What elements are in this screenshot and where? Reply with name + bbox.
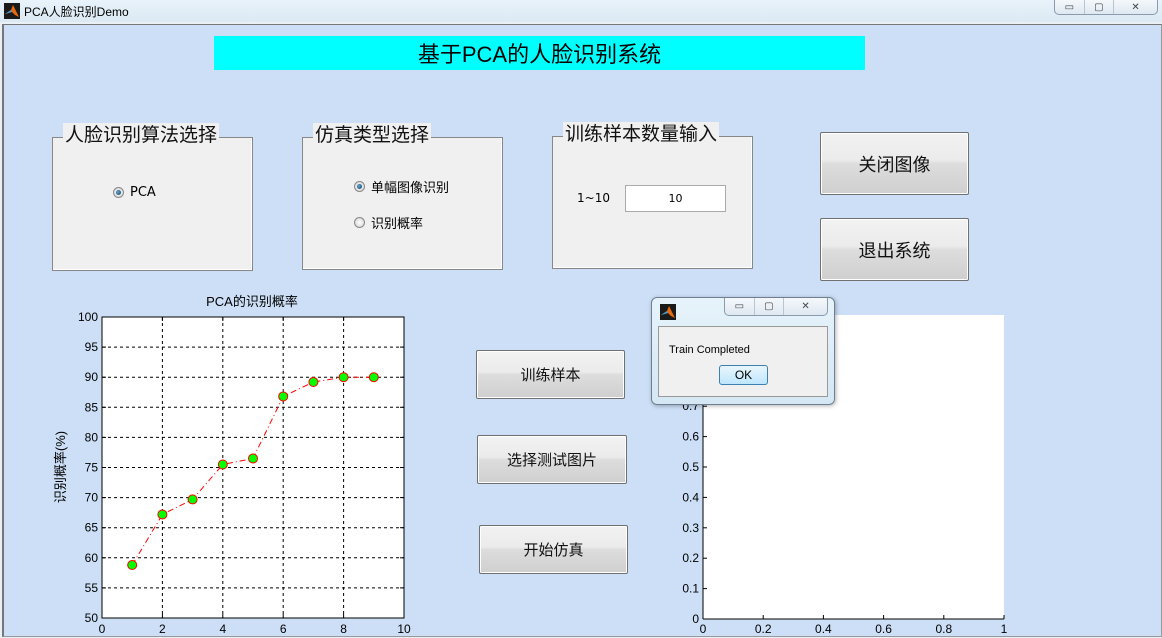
start-simulation-button[interactable]: 开始仿真 [479, 525, 628, 574]
data-point [248, 453, 258, 464]
x-tick-label: 0.6 [875, 622, 892, 636]
radio-unselected-icon [354, 217, 365, 228]
x-tick-label: 0.4 [815, 622, 832, 636]
data-point [308, 377, 319, 388]
radio-pca-label: PCA [130, 185, 156, 200]
x-tick-label: 4 [219, 622, 226, 636]
data-point [368, 372, 379, 383]
y-tick-label: 75 [85, 461, 99, 475]
y-tick-label: 0.1 [682, 582, 699, 596]
dialog-window-controls: ▭ ▢ ✕ [724, 298, 828, 316]
data-point [127, 560, 138, 571]
y-tick-label: 0.6 [682, 430, 699, 444]
dialog-maximize-button[interactable]: ▢ [755, 298, 785, 315]
y-tick-label: 55 [85, 581, 99, 595]
y-tick-label: 50 [85, 611, 99, 625]
dialog-body: Train Completed OK [658, 326, 828, 397]
matlab-logo-icon [4, 3, 20, 19]
radio-pca[interactable]: PCA [113, 185, 156, 200]
radio-recognition-rate-label: 识别概率 [371, 217, 424, 232]
dialog-ok-button[interactable]: OK [719, 365, 768, 385]
x-tick-label: 8 [340, 622, 347, 636]
y-tick-label: 80 [85, 430, 99, 444]
dialog-minimize-button[interactable]: ▭ [725, 298, 755, 315]
x-tick-label: 10 [397, 622, 411, 636]
exit-system-button[interactable]: 退出系统 [820, 218, 969, 281]
dialog-message: Train Completed [669, 344, 750, 356]
data-point [338, 372, 349, 383]
algorithm-select-panel: 人脸识别算法选择 PCA [52, 123, 253, 271]
radio-selected-icon [354, 181, 365, 192]
y-tick-label: 0.2 [682, 551, 699, 565]
window-titlebar: PCA人脸识别Demo ▭ ▢ ✕ [0, 0, 1162, 22]
simulation-type-panel: 仿真类型选择 单幅图像识别 识别概率 [302, 123, 503, 270]
close-button[interactable]: ✕ [1114, 0, 1157, 14]
select-test-image-button[interactable]: 选择测试图片 [477, 435, 627, 484]
radio-selected-icon [113, 187, 124, 198]
x-tick-label: 0 [700, 622, 707, 636]
y-tick-label: 90 [85, 370, 99, 384]
radio-single-image[interactable]: 单幅图像识别 [354, 177, 449, 196]
x-tick-label: 6 [280, 622, 287, 636]
window-title: PCA人脸识别Demo [24, 5, 129, 19]
training-count-panel: 训练样本数量输入 1~10 10 [552, 122, 753, 269]
y-tick-label: 0.3 [682, 521, 699, 535]
x-tick-label: 2 [159, 622, 166, 636]
matlab-logo-icon [660, 304, 676, 320]
y-tick-label: 0.4 [682, 490, 699, 504]
x-tick-label: 1 [1001, 622, 1008, 636]
training-panel-legend: 训练样本数量输入 [563, 122, 720, 146]
close-image-button[interactable]: 关闭图像 [820, 132, 969, 195]
maximize-button[interactable]: ▢ [1085, 0, 1115, 14]
recognition-rate-chart: PCA的识别概率 识别概率(%) 50556065707580859095100… [53, 294, 411, 636]
x-tick-label: 0.8 [935, 622, 952, 636]
train-completed-dialog: ▭ ▢ ✕ Train Completed OK [651, 297, 835, 405]
y-tick-label: 0 [692, 612, 699, 626]
training-count-input[interactable]: 10 [625, 185, 726, 212]
x-tick-label: 0 [99, 622, 106, 636]
data-point [187, 494, 198, 505]
minimize-button[interactable]: ▭ [1055, 0, 1085, 14]
y-tick-label: 60 [85, 551, 99, 565]
data-point [217, 459, 228, 470]
y-tick-label: 85 [85, 400, 99, 414]
x-tick-label: 0.2 [755, 622, 772, 636]
algorithm-panel-legend: 人脸识别算法选择 [63, 123, 220, 147]
dialog-close-button[interactable]: ✕ [784, 298, 827, 315]
data-point [157, 509, 168, 520]
radio-single-image-label: 单幅图像识别 [371, 181, 450, 196]
y-tick-label: 95 [85, 340, 99, 354]
train-samples-button[interactable]: 训练样本 [476, 350, 625, 399]
range-label: 1~10 [577, 191, 610, 205]
radio-recognition-rate[interactable]: 识别概率 [354, 213, 423, 232]
chart-title: PCA的识别概率 [206, 294, 298, 309]
y-tick-label: 0.5 [682, 460, 699, 474]
y-tick-label: 65 [85, 521, 99, 535]
y-tick-label: 70 [85, 491, 99, 505]
system-title-banner: 基于PCA的人脸识别系统 [214, 36, 865, 70]
simulation-panel-legend: 仿真类型选择 [313, 123, 432, 147]
y-axis-label: 识别概率(%) [53, 431, 68, 503]
data-point [278, 391, 289, 402]
y-tick-label: 100 [78, 310, 98, 324]
window-controls: ▭ ▢ ✕ [1054, 0, 1158, 15]
